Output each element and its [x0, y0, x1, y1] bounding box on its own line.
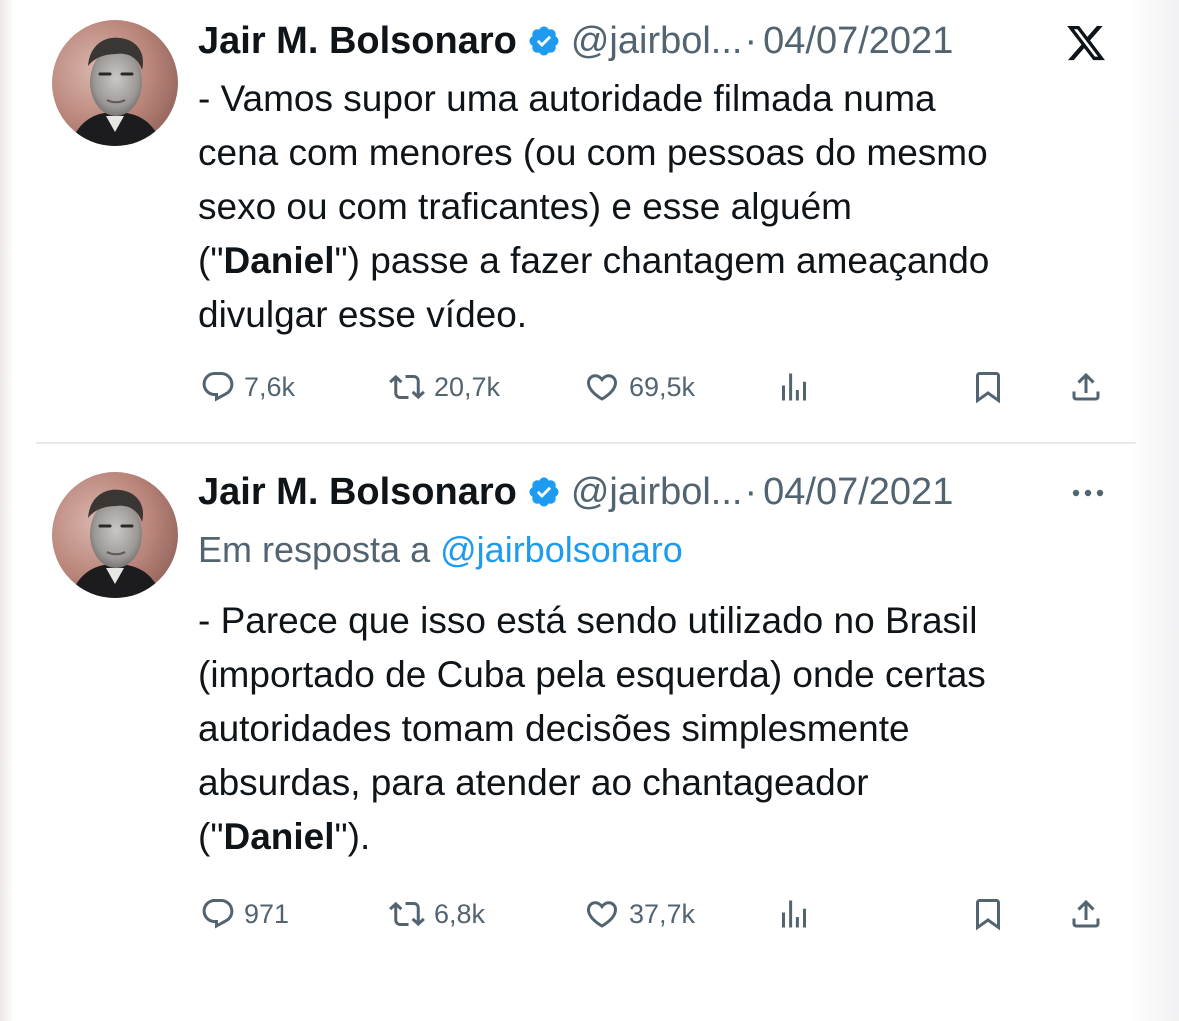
- retweet-count: 20,7k: [434, 371, 501, 402]
- reply-button[interactable]: 971: [200, 894, 289, 934]
- like-count: 69,5k: [629, 371, 696, 402]
- retweet-count: 6,8k: [434, 898, 486, 929]
- text-line: ("Daniel") passe a fazer chantagem ameaç…: [198, 240, 990, 281]
- reply-count: 7,6k: [244, 371, 296, 402]
- reply-count: 971: [244, 898, 290, 929]
- share-icon: [1068, 896, 1104, 932]
- like-count: 37,7k: [629, 898, 696, 929]
- reply-prefix: Em resposta a: [198, 529, 431, 570]
- profile-photo: [52, 20, 178, 146]
- text-line: absurdas, para atender ao chantageador: [198, 762, 869, 803]
- author-handle[interactable]: @jairbol...: [571, 20, 743, 63]
- heart-icon: [583, 896, 621, 932]
- reply-context: Em resposta a @jairbolsonaro: [198, 529, 683, 571]
- verified-badge-icon: [527, 475, 561, 509]
- profile-photo: [52, 472, 178, 598]
- views-chart-icon: [776, 896, 812, 932]
- views-button[interactable]: [776, 367, 812, 407]
- share-button[interactable]: [1068, 367, 1104, 407]
- text-line: - Parece que isso está sendo utilizado n…: [198, 600, 978, 641]
- tweet-header: Jair M. Bolsonaro @jairbol... · 04/07/20…: [198, 16, 953, 66]
- like-button[interactable]: 37,7k: [583, 894, 695, 934]
- text-line: ("Daniel").: [198, 816, 371, 857]
- like-button[interactable]: 69,5k: [583, 367, 695, 407]
- retweet-icon: [388, 896, 426, 932]
- action-bar: 971 6,8k 37,7k: [0, 894, 1179, 934]
- retweet-button[interactable]: 20,7k: [388, 367, 500, 407]
- author-name[interactable]: Jair M. Bolsonaro: [198, 20, 517, 63]
- retweet-button[interactable]: 6,8k: [388, 894, 485, 934]
- text-line: sexo ou com traficantes) e esse alguém: [198, 186, 852, 227]
- text-line: cena com menores (ou com pessoas do mesm…: [198, 132, 988, 173]
- tweet-text: - Parece que isso está sendo utilizado n…: [198, 594, 1128, 864]
- tweet-date[interactable]: 04/07/2021: [763, 471, 953, 514]
- text-line: - Vamos supor uma autoridade filmada num…: [198, 78, 936, 119]
- tweet-date[interactable]: 04/07/2021: [763, 20, 953, 63]
- action-bar: 7,6k 20,7k 69,5k: [0, 367, 1179, 407]
- bookmark-icon: [970, 369, 1006, 405]
- tweet[interactable]: Jair M. Bolsonaro @jairbol... · 04/07/20…: [0, 0, 1179, 442]
- retweet-icon: [388, 369, 426, 405]
- tweet-header: Jair M. Bolsonaro @jairbol... · 04/07/20…: [198, 467, 953, 517]
- bookmark-button[interactable]: [970, 367, 1006, 407]
- reply-mention-link[interactable]: @jairbolsonaro: [440, 529, 683, 570]
- author-name[interactable]: Jair M. Bolsonaro: [198, 471, 517, 514]
- separator: ·: [744, 470, 758, 513]
- text-line: divulgar esse vídeo.: [198, 294, 528, 335]
- reply-icon: [200, 896, 236, 932]
- share-icon: [1068, 369, 1104, 405]
- views-chart-icon: [776, 369, 812, 405]
- separator: ·: [744, 19, 758, 62]
- tweet-text: - Vamos supor uma autoridade filmada num…: [198, 72, 1128, 342]
- share-button[interactable]: [1068, 894, 1104, 934]
- text-line: autoridades tomam decisões simplesmente: [198, 708, 910, 749]
- author-handle[interactable]: @jairbol...: [571, 471, 743, 514]
- bookmark-button[interactable]: [970, 894, 1006, 934]
- bookmark-icon: [970, 896, 1006, 932]
- reply-button[interactable]: 7,6k: [200, 367, 295, 407]
- avatar[interactable]: [52, 472, 178, 598]
- avatar[interactable]: [52, 20, 178, 146]
- x-logo-icon: [1064, 22, 1108, 69]
- tweet[interactable]: Jair M. Bolsonaro @jairbol... · 04/07/20…: [0, 446, 1179, 1021]
- verified-badge-icon: [527, 24, 561, 58]
- views-button[interactable]: [776, 894, 812, 934]
- reply-icon: [200, 369, 236, 405]
- more-options-icon[interactable]: [1070, 486, 1106, 504]
- text-line: (importado de Cuba pela esquerda) onde c…: [198, 654, 986, 695]
- tweet-divider: [36, 442, 1136, 444]
- heart-icon: [583, 369, 621, 405]
